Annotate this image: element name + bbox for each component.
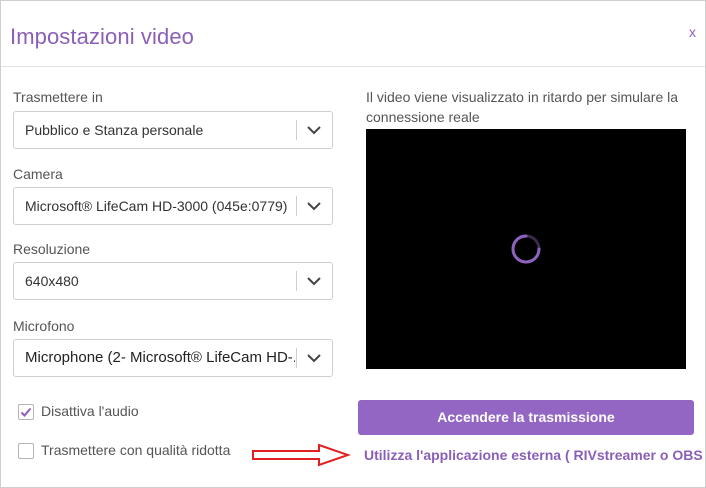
- dialog-title: Impostazioni video: [10, 24, 195, 49]
- external-app-link[interactable]: Utilizza l'applicazione esterna ( RIVstr…: [364, 447, 706, 463]
- broadcast-select[interactable]: Pubblico e Stanza personale: [13, 111, 333, 149]
- camera-select[interactable]: Microsoft® LifeCam HD-3000 (045e:0779): [13, 187, 333, 225]
- mute-audio-label: Disattiva l'audio: [41, 403, 139, 419]
- microphone-select[interactable]: Microphone (2- Microsoft® LifeCam HD-...: [13, 339, 333, 377]
- close-button[interactable]: x: [689, 24, 696, 40]
- chevron-down-icon[interactable]: [306, 275, 322, 287]
- select-divider: [296, 120, 297, 140]
- chevron-down-icon[interactable]: [306, 352, 322, 364]
- start-broadcast-button[interactable]: Accendere la trasmissione: [358, 400, 694, 435]
- chevron-down-icon[interactable]: [306, 124, 322, 136]
- resolution-label: Resoluzione: [13, 241, 91, 257]
- chevron-down-icon[interactable]: [306, 200, 322, 212]
- resolution-select[interactable]: 640x480: [13, 262, 333, 300]
- right-arrow-annotation-icon: [252, 443, 351, 467]
- checkbox-box[interactable]: [18, 404, 34, 420]
- preview-note: Il video viene visualizzato in ritardo p…: [366, 89, 679, 125]
- loading-spinner-icon: [511, 234, 541, 264]
- dialog-header: Impostazioni video x: [1, 1, 705, 67]
- select-divider: [296, 348, 297, 368]
- video-preview: [366, 129, 686, 369]
- broadcast-label: Trasmettere in: [13, 89, 103, 105]
- checkmark-icon: [20, 407, 32, 417]
- video-settings-dialog: Impostazioni video x Trasmettere in Pubb…: [0, 0, 706, 488]
- resolution-select-value: 640x480: [25, 273, 79, 289]
- camera-select-value: Microsoft® LifeCam HD-3000 (045e:0779): [25, 198, 288, 214]
- broadcast-select-value: Pubblico e Stanza personale: [25, 122, 204, 138]
- low-quality-label: Trasmettere con qualità ridotta: [41, 442, 231, 458]
- checkbox-box[interactable]: [18, 443, 34, 459]
- select-divider: [296, 271, 297, 291]
- select-divider: [296, 196, 297, 216]
- microphone-label: Microfono: [13, 318, 75, 334]
- camera-label: Camera: [13, 166, 63, 182]
- microphone-select-value: Microphone (2- Microsoft® LifeCam HD-...: [25, 349, 295, 366]
